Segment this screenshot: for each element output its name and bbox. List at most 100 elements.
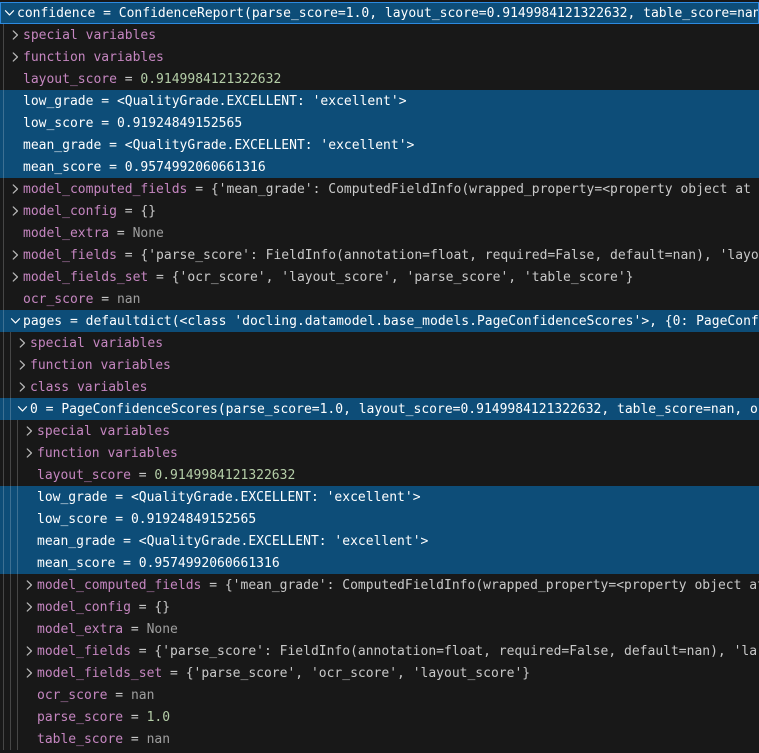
chevron-right-icon[interactable] bbox=[8, 203, 23, 219]
equals-sign: = bbox=[201, 575, 224, 596]
chevron-right-icon[interactable] bbox=[8, 49, 23, 65]
variable-row[interactable]: low_grade = <QualityGrade.EXCELLENT: 'ex… bbox=[0, 486, 759, 508]
variable-row[interactable]: special variables bbox=[0, 24, 759, 46]
variable-row[interactable]: model_fields = {'parse_score': FieldInfo… bbox=[0, 640, 759, 662]
chevron-right-icon[interactable] bbox=[8, 269, 23, 285]
variable-row[interactable]: mean_score = 0.9574992060661316 bbox=[0, 156, 759, 178]
variable-row[interactable]: special variables bbox=[0, 332, 759, 354]
variable-value: 0.9574992060661316 bbox=[125, 157, 266, 178]
chevron-right-icon[interactable] bbox=[8, 27, 23, 43]
variable-row[interactable]: model_config = {} bbox=[0, 200, 759, 222]
variable-row[interactable]: ocr_score = nan bbox=[0, 288, 759, 310]
variable-row[interactable]: parse_score = 1.0 bbox=[0, 706, 759, 728]
variable-row[interactable]: special variables bbox=[0, 420, 759, 442]
variable-row[interactable]: model_computed_fields = {'mean_grade': C… bbox=[0, 178, 759, 200]
chevron-right-icon[interactable] bbox=[8, 247, 23, 263]
variable-row[interactable]: 0 = PageConfidenceScores(parse_score=1.0… bbox=[0, 398, 759, 420]
variable-row[interactable]: model_fields_set = {'ocr_score', 'layout… bbox=[0, 266, 759, 288]
equals-sign: = bbox=[107, 509, 130, 530]
variable-name: low_score bbox=[37, 509, 107, 530]
variable-name: model_fields bbox=[23, 245, 117, 266]
variable-name: mean_grade bbox=[37, 531, 115, 552]
variable-row[interactable]: class variables bbox=[0, 376, 759, 398]
equals-sign: = bbox=[62, 311, 85, 332]
variable-row[interactable]: low_grade = <QualityGrade.EXCELLENT: 'ex… bbox=[0, 90, 759, 112]
variable-name: mean_score bbox=[23, 157, 101, 178]
variable-row[interactable]: function variables bbox=[0, 46, 759, 68]
chevron-right-icon[interactable] bbox=[22, 665, 37, 681]
chevron-right-icon[interactable] bbox=[15, 357, 30, 373]
variable-name: model_fields_set bbox=[37, 663, 162, 684]
variable-name: mean_score bbox=[37, 553, 115, 574]
variable-value: {'ocr_score', 'layout_score', 'parse_sco… bbox=[172, 267, 634, 288]
variable-value: <QualityGrade.EXCELLENT: 'excellent'> bbox=[139, 531, 429, 552]
equals-sign: = bbox=[131, 465, 154, 486]
variable-row[interactable]: mean_grade = <QualityGrade.EXCELLENT: 'e… bbox=[0, 530, 759, 552]
variable-name: model_extra bbox=[23, 223, 109, 244]
chevron-right-icon[interactable] bbox=[22, 599, 37, 615]
chevron-down-icon[interactable] bbox=[2, 5, 17, 21]
variable-name: pages bbox=[23, 311, 62, 332]
chevron-right-icon[interactable] bbox=[22, 423, 37, 439]
chevron-right-icon[interactable] bbox=[22, 643, 37, 659]
variable-name: 0 bbox=[30, 399, 38, 420]
variable-value: {'mean_grade': ComputedFieldInfo(wrapped… bbox=[225, 575, 759, 596]
chevron-down-icon[interactable] bbox=[15, 401, 30, 417]
variable-name: model_fields bbox=[37, 641, 131, 662]
variable-row[interactable]: layout_score = 0.9149984121322632 bbox=[0, 68, 759, 90]
variable-value: nan bbox=[147, 729, 170, 750]
variable-value: {'mean_grade': ComputedFieldInfo(wrapped… bbox=[211, 179, 759, 200]
variable-row[interactable]: model_computed_fields = {'mean_grade': C… bbox=[0, 574, 759, 596]
equals-sign: = bbox=[38, 399, 61, 420]
equals-sign: = bbox=[93, 91, 116, 112]
variable-row[interactable]: ocr_score = nan bbox=[0, 684, 759, 706]
variable-value: 0.9149984121322632 bbox=[154, 465, 295, 486]
variable-name: function variables bbox=[23, 47, 164, 68]
variable-value: None bbox=[147, 619, 178, 640]
equals-sign: = bbox=[101, 157, 124, 178]
variable-name: mean_grade bbox=[23, 135, 101, 156]
equals-sign: = bbox=[162, 663, 185, 684]
variable-row[interactable]: model_config = {} bbox=[0, 596, 759, 618]
variable-row[interactable]: table_score = nan bbox=[0, 728, 759, 750]
equals-sign: = bbox=[117, 201, 140, 222]
variable-name: model_fields_set bbox=[23, 267, 148, 288]
variable-row[interactable]: layout_score = 0.9149984121322632 bbox=[0, 464, 759, 486]
variable-value: 0.9149984121322632 bbox=[140, 69, 281, 90]
variable-row[interactable]: low_score = 0.91924849152565 bbox=[0, 112, 759, 134]
equals-sign: = bbox=[109, 223, 132, 244]
variable-row[interactable]: function variables bbox=[0, 354, 759, 376]
variable-name: parse_score bbox=[37, 707, 123, 728]
variable-name: class variables bbox=[30, 377, 147, 398]
variable-name: low_score bbox=[23, 113, 93, 134]
variable-row[interactable]: mean_score = 0.9574992060661316 bbox=[0, 552, 759, 574]
debug-variables-panel[interactable]: confidence = ConfidenceReport(parse_scor… bbox=[0, 0, 759, 753]
chevron-right-icon[interactable] bbox=[8, 181, 23, 197]
variable-row[interactable]: mean_grade = <QualityGrade.EXCELLENT: 'e… bbox=[0, 134, 759, 156]
equals-sign: = bbox=[115, 553, 138, 574]
variable-value: 0.91924849152565 bbox=[117, 113, 242, 134]
chevron-right-icon[interactable] bbox=[15, 379, 30, 395]
variable-row[interactable]: function variables bbox=[0, 442, 759, 464]
equals-sign: = bbox=[107, 685, 130, 706]
equals-sign: = bbox=[95, 3, 118, 24]
variable-name: special variables bbox=[30, 333, 163, 354]
variable-name: function variables bbox=[37, 443, 178, 464]
variable-name: layout_score bbox=[37, 465, 131, 486]
chevron-right-icon[interactable] bbox=[15, 335, 30, 351]
variable-row[interactable]: model_extra = None bbox=[0, 618, 759, 640]
chevron-right-icon[interactable] bbox=[22, 445, 37, 461]
chevron-down-icon[interactable] bbox=[8, 313, 23, 329]
variable-row[interactable]: model_fields = {'parse_score': FieldInfo… bbox=[0, 244, 759, 266]
variable-row[interactable]: pages = defaultdict(<class 'docling.data… bbox=[0, 310, 759, 332]
variable-row[interactable]: model_fields_set = {'parse_score', 'ocr_… bbox=[0, 662, 759, 684]
chevron-right-icon[interactable] bbox=[22, 577, 37, 593]
variable-row[interactable]: confidence = ConfidenceReport(parse_scor… bbox=[0, 2, 759, 24]
variable-row[interactable]: model_extra = None bbox=[0, 222, 759, 244]
equals-sign: = bbox=[131, 641, 154, 662]
equals-sign: = bbox=[123, 619, 146, 640]
variable-row[interactable]: low_score = 0.91924849152565 bbox=[0, 508, 759, 530]
variable-name: table_score bbox=[37, 729, 123, 750]
equals-sign: = bbox=[107, 487, 130, 508]
variable-value: <QualityGrade.EXCELLENT: 'excellent'> bbox=[131, 487, 421, 508]
